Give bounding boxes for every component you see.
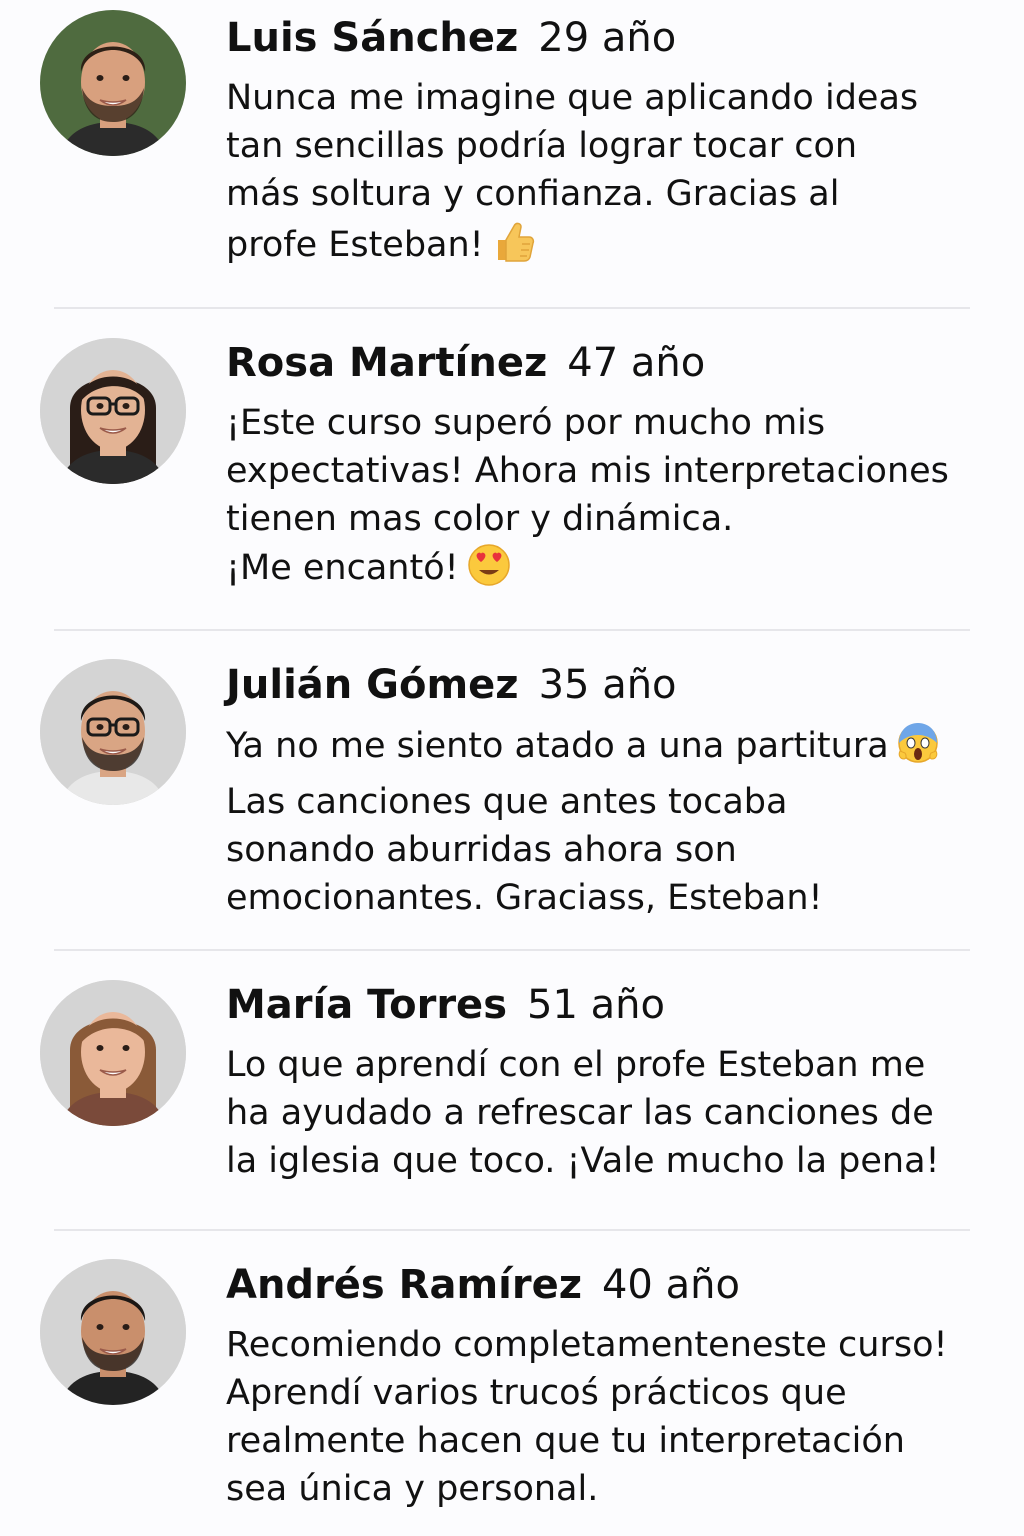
text-line: tan sencillas podría lograr tocar con: [226, 126, 858, 166]
testimonial-text: Nunca me imagine que aplicando ideas tan…: [226, 74, 986, 277]
testimonial-text: Ya no me siento atado a una partitura La…: [226, 721, 986, 922]
divider: [54, 307, 970, 309]
testimonial-content: Andrés Ramírez 40 año Recomiendo completa…: [226, 1261, 986, 1513]
text-line-with-emoji: Ya no me siento atado a una partitura: [226, 721, 986, 778]
reviewer-age: 29 año: [538, 15, 677, 61]
testimonial-text: Recomiendo completamenteneste curso! Apr…: [226, 1321, 986, 1513]
divider: [54, 1229, 970, 1231]
reviewer-age: 51 año: [527, 982, 665, 1028]
testimonial-content: Luis Sánchez 29 año Nunca me imagine que …: [226, 14, 986, 277]
text-line: Nunca me imagine que aplicando ideas: [226, 78, 919, 118]
divider: [54, 949, 970, 951]
thumbs-up-emoji: [492, 218, 536, 277]
avatar: [40, 980, 186, 1126]
text-line: Ya no me siento atado a una partitura: [226, 726, 889, 766]
text-line: Recomiendo completamenteneste curso!: [226, 1325, 948, 1365]
reviewer-name: Luis Sánchez: [226, 15, 519, 61]
text-line: ¡Este curso superó por mucho mis: [226, 403, 826, 443]
testimonial-text: Lo que aprendí con el profe Esteban me h…: [226, 1041, 986, 1185]
text-line: Las canciones que antes tocaba: [226, 782, 788, 822]
text-line: realmente hacen que tu interpretación: [226, 1421, 905, 1461]
testimonial-content: Julián Gómez 35 año Ya no me siento atado…: [226, 661, 986, 922]
text-line: emocionantes. Graciass, Esteban!: [226, 878, 823, 918]
text-line-with-emoji: ¡Me encantó!: [226, 543, 986, 600]
testimonial-header: Andrés Ramírez 40 año: [226, 1261, 986, 1309]
reviewer-age: 35 año: [538, 662, 677, 708]
testimonial-item: Andrés Ramírez 40 año Recomiendo completa…: [0, 1232, 1024, 1536]
heart-eyes-emoji: [467, 543, 511, 600]
text-line: Lo que aprendí con el profe Esteban me: [226, 1045, 926, 1085]
text-line: Aprendí varios trucoś prácticos que: [226, 1373, 847, 1413]
avatar: [40, 338, 186, 484]
testimonial-header: María Torres 51 año: [226, 981, 986, 1029]
testimonial-header: Julián Gómez 35 año: [226, 661, 986, 709]
testimonial-item: María Torres 51 año Lo que aprendí con el…: [0, 952, 1024, 1230]
avatar: [40, 10, 186, 156]
testimonial-content: Rosa Martínez 47 año ¡Este curso superó p…: [226, 339, 986, 600]
testimonial-header: Rosa Martínez 47 año: [226, 339, 986, 387]
screaming-face-emoji: [897, 721, 939, 778]
reviewer-age: 40 año: [601, 1262, 740, 1308]
avatar: [40, 1259, 186, 1405]
text-line: sonando aburridas ahora son: [226, 830, 737, 870]
testimonial-item: Julián Gómez 35 año Ya no me siento atado…: [0, 632, 1024, 950]
text-line-with-emoji: profe Esteban!: [226, 218, 986, 277]
text-line: expectativas! Ahora mis interpretaciones: [226, 451, 949, 491]
text-line: tienen mas color y dinámica.: [226, 499, 734, 539]
testimonials-list: Luis Sánchez 29 año Nunca me imagine que …: [0, 0, 1024, 1536]
reviewer-name: Rosa Martínez: [226, 340, 548, 386]
testimonial-content: María Torres 51 año Lo que aprendí con el…: [226, 981, 986, 1185]
testimonial-text: ¡Este curso superó por mucho mis expecta…: [226, 399, 986, 600]
avatar: [40, 659, 186, 805]
text-line: profe Esteban!: [226, 225, 484, 265]
text-line: sea única y personal.: [226, 1469, 599, 1509]
testimonial-header: Luis Sánchez 29 año: [226, 14, 986, 62]
text-line: más soltura y confianza. Gracias al: [226, 174, 840, 214]
reviewer-name: Andrés Ramírez: [226, 1262, 582, 1308]
testimonial-item: Rosa Martínez 47 año ¡Este curso superó p…: [0, 310, 1024, 630]
reviewer-name: María Torres: [226, 982, 507, 1028]
reviewer-name: Julián Gómez: [226, 662, 519, 708]
text-line: ha ayudado a refrescar las canciones de: [226, 1093, 934, 1133]
divider: [54, 629, 970, 631]
text-line: la iglesia que toco. ¡Vale mucho la pena…: [226, 1141, 940, 1181]
testimonial-item: Luis Sánchez 29 año Nunca me imagine que …: [0, 0, 1024, 308]
text-line: ¡Me encantó!: [226, 548, 459, 588]
reviewer-age: 47 año: [567, 340, 706, 386]
